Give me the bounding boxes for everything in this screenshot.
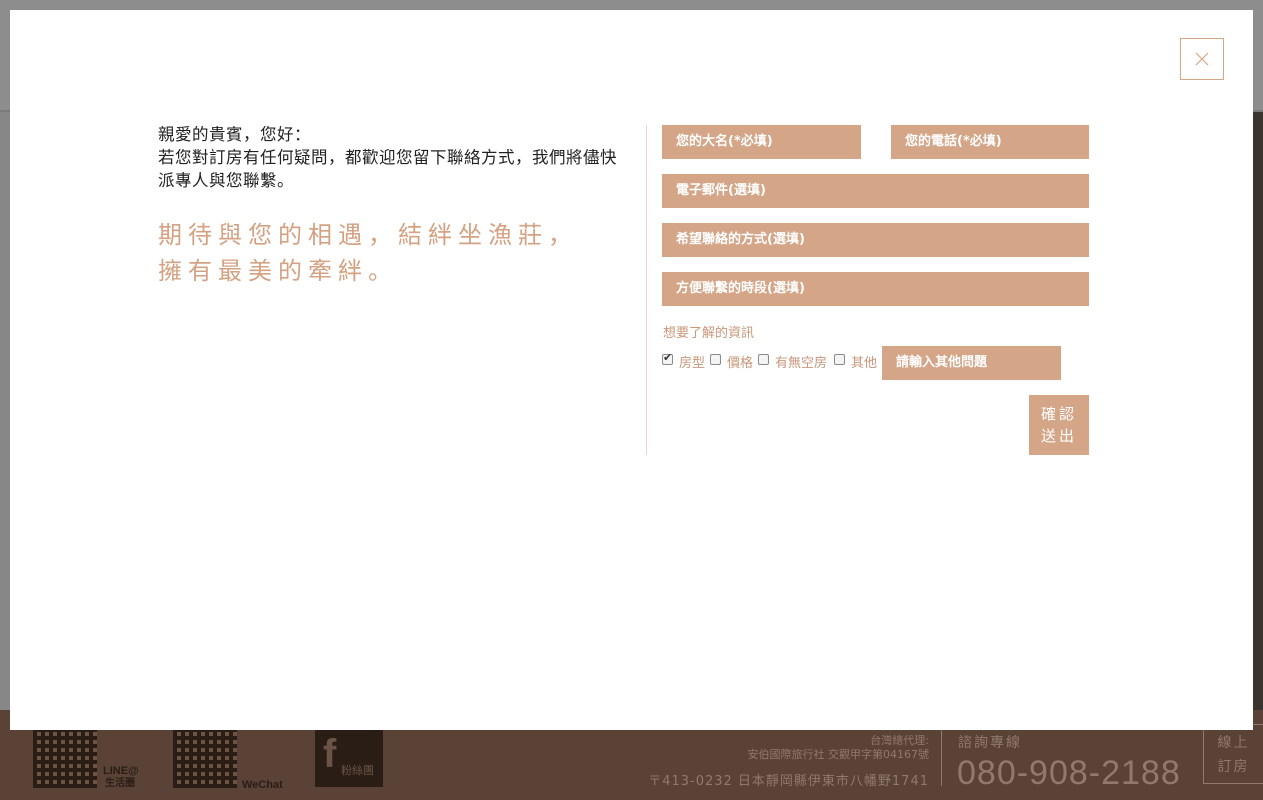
agent-info: 台灣總代理: 安伯國際旅行社 交觀甲字第04167號 xyxy=(748,734,930,762)
phone-field[interactable]: 您的電話(*必填) xyxy=(891,125,1089,159)
checkbox-room-type[interactable] xyxy=(662,351,673,365)
facebook-icon: f xyxy=(323,732,337,776)
wechat-label: WeChat xyxy=(242,779,283,791)
line-label: LINE@ xyxy=(103,765,139,777)
info-label: 想要了解的資訊 xyxy=(663,326,755,341)
tagline-line-1: 期待與您的相遇，結絆坐漁莊， xyxy=(158,221,578,249)
checkbox-price[interactable] xyxy=(710,354,721,365)
vertical-divider xyxy=(646,125,647,455)
contact-time-field[interactable]: 方便聯繫的時段(選填) xyxy=(662,272,1089,306)
tagline-line-2: 擁有最美的牽絆。 xyxy=(158,257,398,285)
greeting: 親愛的貴賓，您好： xyxy=(158,125,311,144)
option-label-other: 其他 xyxy=(851,356,878,371)
hotline-number[interactable]: 080-908-2188 xyxy=(957,754,1181,793)
tagline: 期待與您的相遇，結絆坐漁莊， 擁有最美的牽絆。 xyxy=(158,217,628,289)
agent-name: 安伯國際旅行社 交觀甲字第04167號 xyxy=(747,748,930,761)
option-label-availability: 有無空房 xyxy=(775,356,828,371)
contact-modal: 親愛的貴賓，您好： 若您對訂房有任何疑問，都歡迎您留下聯絡方式，我們將儘快派專人… xyxy=(10,10,1253,730)
name-field[interactable]: 您的大名(*必填) xyxy=(662,125,861,159)
online-booking-button[interactable]: 線上 訂房 xyxy=(1203,724,1263,784)
facebook-fan-page-link[interactable]: f 粉絲團 xyxy=(315,730,383,787)
contact-method-field[interactable]: 希望聯絡的方式(選填) xyxy=(662,223,1089,257)
address: 〒413-0232 日本靜岡縣伊東市八幡野1741 xyxy=(648,774,929,789)
submit-label-2: 送出 xyxy=(1040,427,1077,445)
other-question-field[interactable]: 請輸入其他問題 xyxy=(882,346,1061,380)
hotline-label: 諮詢專線 xyxy=(958,735,1022,751)
intro-body: 若您對訂房有任何疑問，都歡迎您留下聯絡方式，我們將儘快派專人與您聯繫。 xyxy=(158,148,617,190)
email-field[interactable]: 電子郵件(選填) xyxy=(662,174,1089,208)
footer-divider xyxy=(941,730,942,786)
option-label-price: 價格 xyxy=(727,356,754,371)
line-sub-label: 生活圈 xyxy=(105,778,135,789)
booking-label-2: 訂房 xyxy=(1217,759,1250,775)
option-label-room-type: 房型 xyxy=(679,356,706,371)
close-icon xyxy=(1195,52,1209,66)
intro-text: 親愛的貴賓，您好： 若您對訂房有任何疑問，都歡迎您留下聯絡方式，我們將儘快派專人… xyxy=(158,123,628,192)
close-button[interactable] xyxy=(1180,38,1224,80)
submit-button[interactable]: 確認 送出 xyxy=(1029,395,1089,455)
booking-label-1: 線上 xyxy=(1217,735,1250,751)
wechat-qr-code[interactable] xyxy=(173,730,237,788)
line-qr-code[interactable] xyxy=(33,730,97,788)
checkbox-other[interactable] xyxy=(834,354,845,365)
checkbox-availability[interactable] xyxy=(758,354,769,365)
fb-label: 粉絲團 xyxy=(341,764,374,777)
agent-title: 台灣總代理: xyxy=(870,734,929,747)
submit-label-1: 確認 xyxy=(1040,405,1077,423)
